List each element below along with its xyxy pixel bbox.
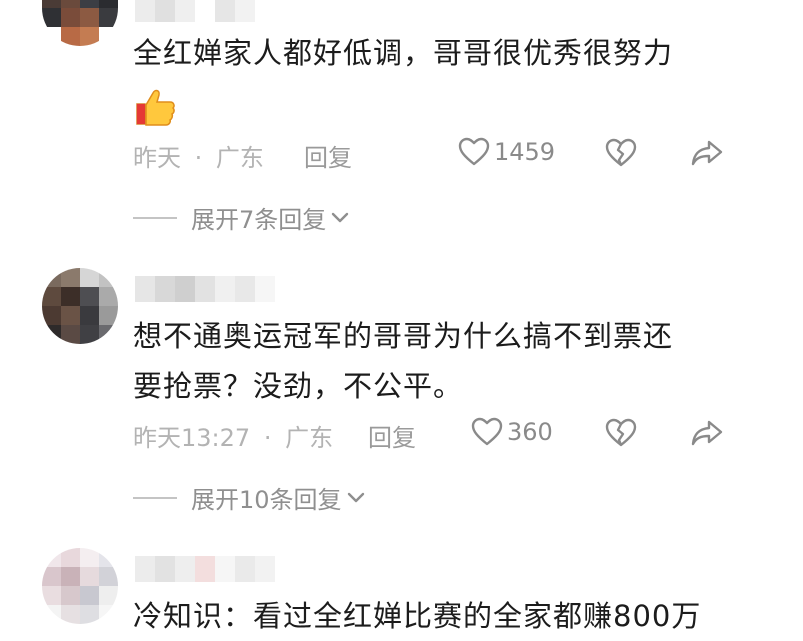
chevron-down-icon xyxy=(332,212,349,222)
comment-text: 想不通奥运冠军的哥哥为什么搞不到票还 要抢票？没劲，不公平。 xyxy=(133,311,673,411)
comment-text-line: 想不通奥运冠军的哥哥为什么搞不到票还 xyxy=(133,319,674,353)
comment-location: 广东 xyxy=(215,144,264,172)
like-count: 360 xyxy=(507,418,553,446)
like-button[interactable]: 360 xyxy=(471,417,553,447)
share-arrow-icon xyxy=(691,420,723,446)
dislike-button[interactable] xyxy=(605,418,639,448)
avatar[interactable] xyxy=(42,548,118,624)
meta-separator: · xyxy=(194,144,203,172)
divider-line xyxy=(133,216,177,219)
comment-time: 昨天13:27 xyxy=(133,424,251,452)
share-button[interactable] xyxy=(691,139,725,169)
comment-text-line: 要抢票？没劲，不公平。 xyxy=(133,369,464,403)
chevron-down-icon xyxy=(347,492,364,502)
comment-text-line: 全红婵家人都好低调，哥哥很优秀很努力 xyxy=(133,36,674,70)
avatar[interactable] xyxy=(42,268,118,344)
username-blurred[interactable] xyxy=(135,0,275,22)
like-button[interactable]: 1459 xyxy=(458,137,555,167)
username-blurred[interactable] xyxy=(135,276,275,302)
like-count: 1459 xyxy=(494,138,556,166)
heart-outline-icon xyxy=(471,417,503,446)
dislike-button[interactable] xyxy=(605,138,639,168)
avatar[interactable] xyxy=(42,0,118,46)
comment-text-line: 冷知识：看过全红婵比赛的全家都赚800万 xyxy=(133,599,702,633)
reply-button[interactable]: 回复 xyxy=(368,418,416,453)
expand-replies-label: 展开10条回复 xyxy=(191,486,342,514)
share-arrow-icon xyxy=(691,140,723,166)
heart-outline-icon xyxy=(458,137,490,166)
username-blurred[interactable] xyxy=(135,556,275,582)
reply-button[interactable]: 回复 xyxy=(304,138,352,173)
divider-line xyxy=(133,496,177,499)
comment-meta: 昨天 · 广东 xyxy=(133,138,264,173)
comment-location: 广东 xyxy=(285,424,334,452)
share-button[interactable] xyxy=(691,419,725,449)
comment-time: 昨天 xyxy=(133,144,181,172)
expand-replies-label: 展开7条回复 xyxy=(191,206,327,234)
comment-meta: 昨天13:27 · 广东 xyxy=(133,418,333,453)
expand-replies-button[interactable]: 展开7条回复 xyxy=(133,200,350,235)
broken-heart-icon xyxy=(605,418,637,447)
expand-replies-button[interactable]: 展开10条回复 xyxy=(133,480,366,515)
comment-text: 全红婵家人都好低调，哥哥很优秀很努力 xyxy=(133,28,673,130)
thumbs-up-icon xyxy=(133,80,673,130)
comment-text: 冷知识：看过全红婵比赛的全家都赚800万 xyxy=(133,591,701,641)
broken-heart-icon xyxy=(605,138,637,167)
meta-separator: · xyxy=(263,424,272,452)
